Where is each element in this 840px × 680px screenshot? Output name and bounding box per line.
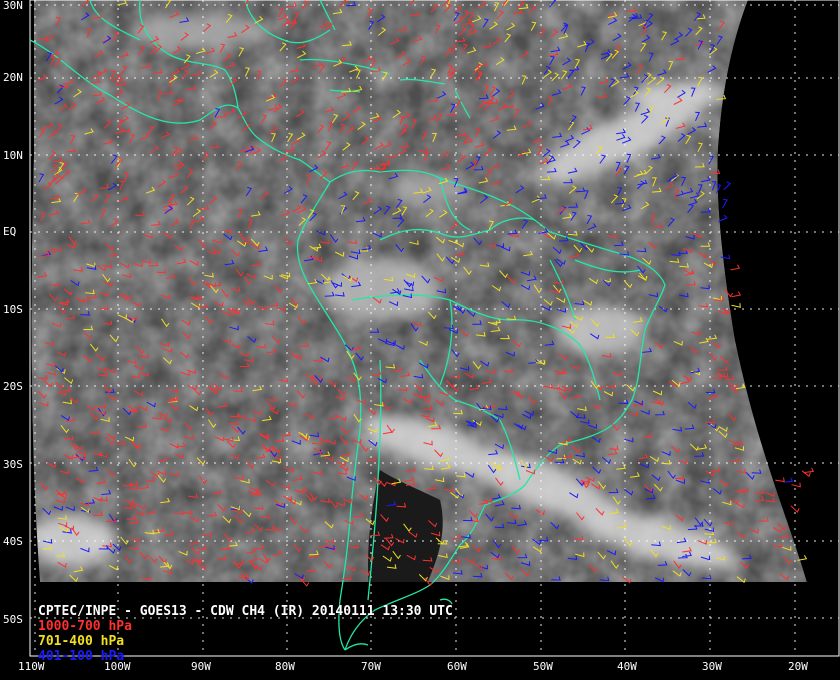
legend-low-level: 1000-700 hPa: [38, 619, 132, 634]
lat-label-eq: EQ: [3, 225, 17, 238]
lat-label-20n: 20N: [3, 71, 23, 84]
legend-high-level: 401-100 hPa: [38, 649, 125, 664]
map-caption: CPTEC/INPE - GOES13 - CDW CH4 (IR) 20140…: [38, 604, 453, 664]
lat-label-30s: 30S: [3, 458, 23, 471]
lat-label-10s: 10S: [3, 303, 23, 316]
caption-title: CPTEC/INPE - GOES13 - CDW CH4 (IR) 20140…: [38, 604, 453, 619]
lon-label-30w: 30W: [702, 660, 722, 673]
lon-label-40w: 40W: [617, 660, 637, 673]
satellite-wind-map: [0, 0, 840, 680]
lon-label-20w: 20W: [788, 660, 808, 673]
legend-mid-level: 701-400 hPa: [38, 634, 125, 649]
lat-label-30n: 30N: [3, 0, 23, 12]
lat-label-50s: 50S: [3, 613, 23, 626]
lon-label-50w: 50W: [533, 660, 553, 673]
lat-label-10n: 10N: [3, 149, 23, 162]
lat-label-20s: 20S: [3, 380, 23, 393]
lat-label-40s: 40S: [3, 535, 23, 548]
